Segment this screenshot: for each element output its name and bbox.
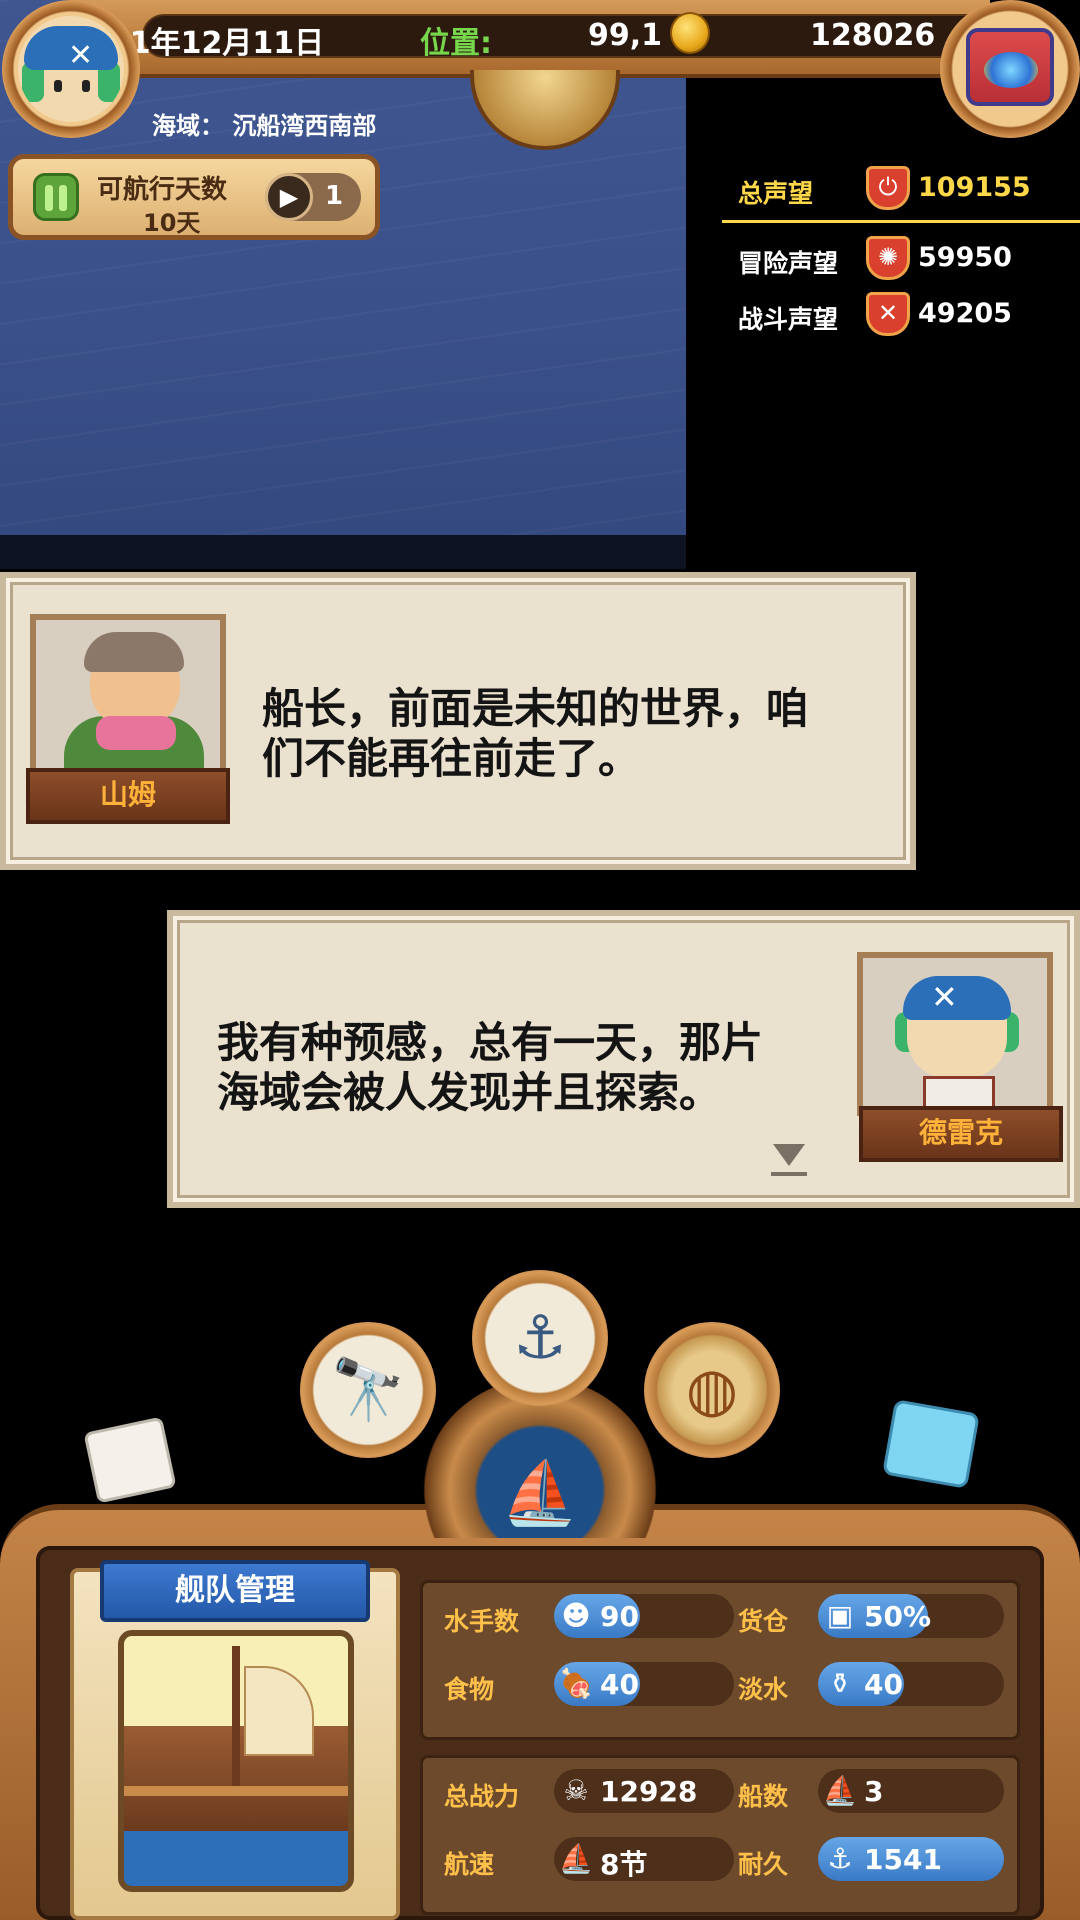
battle-reputation-value: 49205 <box>918 298 1012 329</box>
ship-count-icon: ⛵ <box>822 1774 858 1807</box>
dialogue-line: 海域会被人发现并且探索。 <box>217 1068 722 1117</box>
bandana-x-icon: ✕ <box>68 38 94 73</box>
crossed-swords-icon: ✕ <box>866 292 910 336</box>
speed-value: 8节 <box>600 1848 648 1881</box>
crest-icon: ⏻ <box>866 166 910 210</box>
sailors-value: 90 <box>600 1600 639 1633</box>
compass-rose-icon: ✺ <box>866 236 910 280</box>
globe-icon: ◍ <box>685 1355 739 1425</box>
world-map-button[interactable]: ◍ <box>644 1322 780 1458</box>
skull-crossbones-icon: ☠ <box>563 1774 589 1807</box>
flagship-image[interactable] <box>118 1630 354 1892</box>
anchor-icon: ⚓ <box>513 1303 567 1373</box>
sail-icon: ⛵ <box>558 1842 594 1875</box>
next-arrow-underline <box>771 1172 807 1176</box>
gold-amount: 128026 <box>810 18 936 53</box>
dialogue-box-drake[interactable]: 我有种预感，总有一天，那片 海域会被人发现并且探索。 ✕ 德雷克 <box>167 910 1080 1208</box>
speed-control[interactable]: ▶ 1 <box>265 173 361 221</box>
coin-icon <box>670 12 710 54</box>
water-label: 淡水 <box>738 1675 789 1704</box>
region-name: 海域： 沉船湾西南部 <box>152 112 377 140</box>
sea-map-edge <box>0 535 686 569</box>
avatar-eye <box>82 80 90 92</box>
ships-label: 船数 <box>738 1782 789 1811</box>
ship-deck <box>124 1786 348 1796</box>
food-stat: 🍖 40 <box>554 1662 734 1706</box>
pause-button[interactable] <box>33 173 79 221</box>
cargo-stat: ▣ 50% <box>818 1594 1004 1638</box>
ship-mast <box>232 1646 240 1786</box>
play-speed-icon[interactable]: ▶ <box>265 173 313 221</box>
sailing-days-panel: 可航行天数 10天 ▶ 1 <box>8 154 380 240</box>
next-arrow-icon[interactable] <box>773 1144 805 1166</box>
total-reputation-label: 总声望 <box>738 179 814 208</box>
power-stat: ☠ 12928 <box>554 1769 734 1813</box>
sam-portrait <box>30 614 226 778</box>
sailor-icon: ☻ <box>561 1599 591 1632</box>
position-value: 99,1 <box>588 18 663 53</box>
speaker-nameplate: 山姆 <box>26 768 230 824</box>
speed-stat: ⛵ 8节 <box>554 1837 734 1881</box>
water-jug-icon: ⚱ <box>828 1667 852 1700</box>
anchor-button[interactable]: ⚓ <box>472 1270 608 1406</box>
position-label: 位置: <box>420 26 492 61</box>
cargo-label: 货仓 <box>738 1607 789 1636</box>
adventure-reputation-label: 冒险声望 <box>738 249 839 278</box>
sailing-days-label: 可航行天数 <box>97 175 228 205</box>
total-reputation-value: 109155 <box>918 172 1031 203</box>
speaker-nameplate: 德雷克 <box>859 1106 1063 1162</box>
meat-icon: 🍖 <box>558 1667 594 1700</box>
sailors-label: 水手数 <box>444 1607 520 1636</box>
crate-icon: ▣ <box>826 1599 854 1632</box>
ship-icon[interactable]: ⛵ <box>488 1456 592 1530</box>
water-stat: ⚱ 40 <box>818 1662 1004 1706</box>
captain-avatar-face: ✕ <box>18 16 124 122</box>
telescope-icon: 🔭 <box>330 1355 406 1425</box>
durability-label: 耐久 <box>738 1850 789 1879</box>
dialogue-line: 船长，前面是未知的世界，咱 <box>262 684 809 733</box>
sailors-stat: ☻ 90 <box>554 1594 734 1638</box>
ships-value: 3 <box>864 1775 884 1808</box>
white-cube-mascot <box>83 1416 177 1504</box>
ship-hull-icon: ⚓ <box>827 1842 853 1875</box>
captain-avatar[interactable]: ✕ <box>2 0 140 138</box>
ships-stat: ⛵ 3 <box>818 1769 1004 1813</box>
dialogue-line: 我有种预感，总有一天，那片 <box>217 1018 764 1067</box>
avatar-bandana: ✕ <box>24 26 118 73</box>
sam-scarf <box>96 716 176 750</box>
pause-bar <box>45 185 53 211</box>
food-value: 40 <box>600 1668 639 1701</box>
chest-gems <box>984 52 1038 88</box>
telescope-button[interactable]: 🔭 <box>300 1322 436 1458</box>
battle-reputation-label: 战斗声望 <box>738 305 839 334</box>
drake-face <box>919 1018 995 1074</box>
reputation-divider <box>722 220 1080 223</box>
power-value: 12928 <box>600 1775 698 1808</box>
sailing-days-value: 10天 <box>143 209 201 237</box>
treasure-chest-button[interactable] <box>940 0 1080 138</box>
blue-cat-mascot <box>882 1399 980 1489</box>
durability-stat: ⚓ 1541 <box>818 1837 1004 1881</box>
drake-portrait: ✕ <box>857 952 1053 1116</box>
water-value: 40 <box>864 1668 903 1701</box>
cargo-value: 50% <box>864 1600 932 1633</box>
dialogue-box-sam[interactable]: 山姆 船长，前面是未知的世界，咱 们不能再往前走了。 <box>0 572 916 870</box>
durability-value: 1541 <box>864 1843 942 1876</box>
bandana-x-icon: ✕ <box>931 978 958 1016</box>
power-label: 总战力 <box>444 1782 520 1811</box>
speed-label: 航速 <box>444 1850 495 1879</box>
dialogue-line: 们不能再往前走了。 <box>262 734 641 783</box>
adventure-reputation-value: 59950 <box>918 242 1012 273</box>
treasure-chest-icon <box>966 28 1054 106</box>
food-label: 食物 <box>444 1675 495 1704</box>
sam-hair <box>84 632 184 672</box>
ship-sail <box>244 1666 314 1756</box>
pause-bar <box>59 185 67 211</box>
fleet-management-button[interactable]: 舰队管理 <box>100 1560 370 1622</box>
speed-multiplier: 1 <box>325 181 344 211</box>
avatar-eye <box>54 80 62 92</box>
